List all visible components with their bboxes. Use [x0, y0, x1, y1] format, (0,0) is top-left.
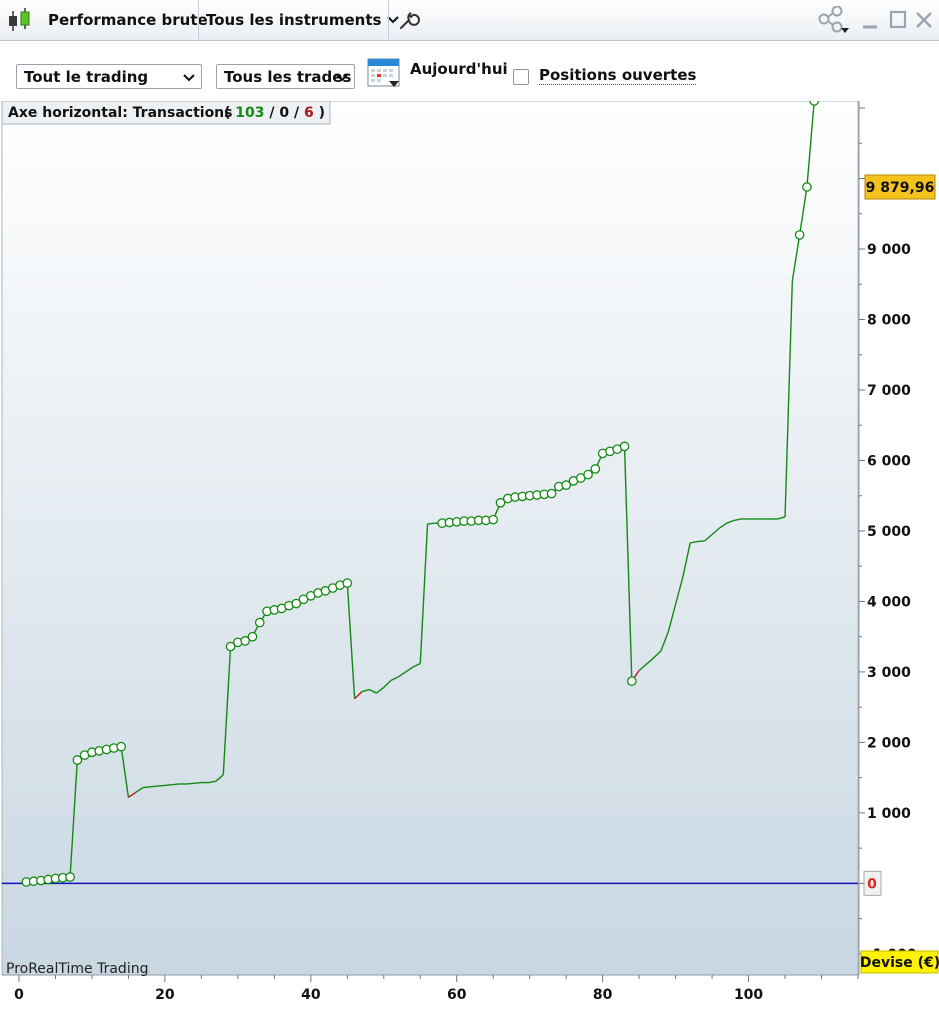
losing-count: 6	[304, 105, 314, 121]
equity-chart-svg: 020406080100 -1 0001 0002 0003 0004 0005…	[1, 96, 939, 1003]
trade-marker	[254, 617, 265, 628]
maximize-icon[interactable]	[889, 9, 907, 36]
x-tick-label: 40	[301, 987, 321, 1003]
watermark: ProRealTime Trading	[6, 961, 148, 977]
equity-segment	[150, 785, 158, 788]
trade-marker	[247, 631, 258, 642]
candlestick-icon	[7, 0, 33, 40]
date-label[interactable]: Aujourd'hui	[410, 60, 508, 78]
x-tick-label: 100	[734, 987, 763, 1003]
trading-select-value: Tout le trading	[24, 67, 149, 86]
y-tick-label: 6 000	[867, 453, 911, 469]
trade-marker	[65, 872, 75, 882]
trade-marker	[794, 230, 805, 240]
y-tick-label: 5 000	[867, 524, 911, 540]
y-tick-label: 8 000	[867, 313, 911, 329]
trade-marker	[116, 741, 126, 752]
trade-marker	[626, 676, 637, 686]
x-axis: 0 20 40 60 80 100	[14, 975, 859, 1003]
horizontal-axis-label: Axe horizontal: Transactions	[8, 105, 233, 121]
trade-marker	[583, 469, 593, 480]
y-axis: -1 0001 0002 0003 0004 0005 0006 0007 00…	[859, 107, 917, 963]
chevron-down-icon	[183, 67, 195, 87]
equity-segment	[697, 540, 705, 543]
equity-segment	[172, 783, 180, 786]
plot-area	[1, 100, 859, 976]
equity-segment	[427, 522, 435, 525]
equity-segment	[194, 781, 202, 784]
divider	[388, 0, 389, 40]
currency-label: Devise (€)	[860, 955, 939, 971]
trade-marker	[590, 464, 601, 474]
trade-marker	[546, 488, 557, 499]
share-icon[interactable]	[816, 5, 850, 39]
close-icon[interactable]	[915, 9, 933, 36]
minimize-icon[interactable]	[862, 9, 878, 36]
equity-segment	[164, 783, 173, 787]
y-tick-label: 1 000	[867, 806, 911, 822]
wrench-icon[interactable]	[398, 0, 420, 40]
x-tick-label: 0	[14, 987, 24, 1003]
trade-marker	[619, 441, 630, 452]
last-value-label: 9 879,96	[866, 180, 935, 196]
x-tick-label: 20	[155, 987, 175, 1003]
equity-segment	[186, 782, 195, 785]
divider	[198, 0, 199, 40]
trade-counts: ( 103 / 0 / 6 )	[224, 105, 325, 121]
instruments-label: Tous les instruments	[206, 11, 382, 29]
y-tick-label: 7 000	[867, 383, 911, 399]
y-tick-label: 4 000	[867, 594, 911, 610]
y-tick-label: 3 000	[867, 665, 911, 681]
equity-chart: 020406080100 -1 0001 0002 0003 0004 0005…	[0, 96, 939, 1007]
neutral-count: 0	[279, 105, 289, 121]
trades-select-value: Tous les trades	[224, 67, 352, 86]
open-positions-checkbox[interactable]	[513, 69, 529, 85]
equity-segment	[142, 786, 151, 789]
open-positions-label[interactable]: Positions ouvertes	[539, 67, 697, 85]
y-tick-label: 9 000	[867, 242, 911, 258]
trade-marker	[342, 578, 353, 588]
winning-count: 103	[235, 105, 264, 121]
equity-segment	[157, 784, 165, 787]
trading-select[interactable]: Tout le trading	[16, 64, 202, 89]
chevron-down-icon	[336, 67, 348, 87]
trades-select[interactable]: Tous les trades	[216, 64, 355, 89]
trade-marker	[488, 514, 499, 525]
trade-marker	[809, 96, 820, 106]
title-bar: Performance brute Tous les instruments	[0, 0, 939, 41]
y-tick-label: 2 000	[867, 735, 911, 751]
zero-value-label: 0	[867, 876, 877, 892]
instruments-selector[interactable]: Tous les instruments	[206, 0, 400, 40]
x-tick-label: 60	[447, 987, 467, 1003]
trade-marker	[802, 182, 812, 192]
page-title: Performance brute	[48, 11, 208, 29]
calendar-icon[interactable]	[367, 55, 401, 93]
x-tick-label: 80	[593, 987, 613, 1003]
